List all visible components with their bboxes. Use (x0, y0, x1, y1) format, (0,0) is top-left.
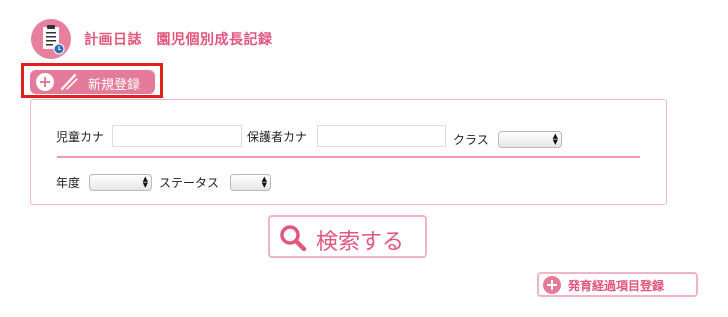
year-select[interactable]: ▲ ▼ (89, 174, 152, 191)
child-kana-input[interactable] (112, 125, 242, 147)
status-select[interactable]: ▲ ▼ (230, 174, 271, 191)
select-arrows-icon: ▲ ▼ (261, 175, 267, 189)
form-divider (57, 156, 640, 158)
new-register-button[interactable]: 新規登録 (30, 70, 155, 94)
select-arrows-icon: ▲ ▼ (142, 175, 148, 189)
year-label: 年度 (56, 176, 81, 190)
search-button-label: 検索する (316, 230, 405, 255)
new-register-label: 新規登録 (88, 78, 141, 93)
pencil-icon (60, 73, 78, 91)
growth-register-label: 発育経過項目登録 (568, 279, 665, 293)
plus-circle-icon (36, 73, 54, 91)
plus-circle-icon (543, 276, 561, 294)
child-kana-label: 児童カナ (56, 130, 105, 144)
guardian-kana-label: 保護者カナ (247, 130, 308, 144)
guardian-kana-input[interactable] (317, 125, 446, 147)
status-label: ステータス (159, 176, 220, 190)
clipboard-icon (43, 25, 65, 55)
select-arrows-icon: ▲ ▼ (552, 132, 558, 146)
search-panel: 児童カナ 保護者カナ クラス ▲ ▼ 年度 ▲ ▼ ステータス ▲ ▼ (30, 99, 667, 205)
magnifier-icon (280, 225, 307, 251)
page-title: 計画日誌 園児個別成長記録 (84, 32, 273, 48)
class-select[interactable]: ▲ ▼ (498, 131, 562, 148)
header-icon (31, 19, 71, 59)
search-button[interactable]: 検索する (268, 215, 427, 258)
growth-register-button[interactable]: 発育経過項目登録 (537, 272, 698, 297)
class-label: クラス (453, 133, 489, 147)
